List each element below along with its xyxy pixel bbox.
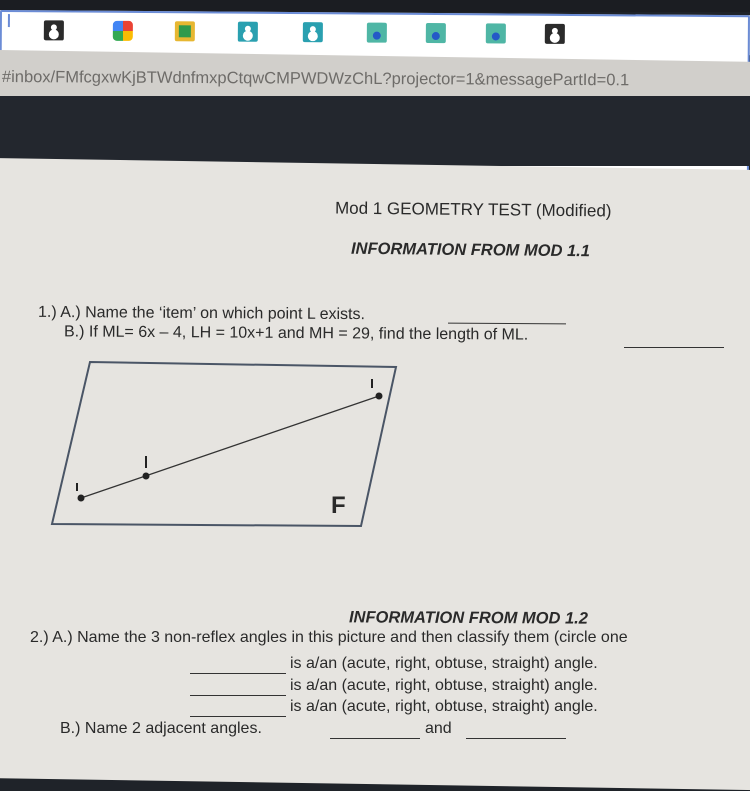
point-m-label [76, 483, 78, 491]
point-l [142, 472, 150, 480]
answer-blank-2b-1 [330, 738, 420, 739]
point-h [375, 392, 383, 400]
angle-classify-row-3: is a/an (acute, right, obtuse, straight)… [290, 698, 598, 715]
section-heading-mod-1-2: INFORMATION FROM MOD 1.2 [348, 608, 588, 628]
question-2b: B.) Name 2 adjacent angles. [60, 720, 262, 737]
answer-blank-2a-1 [190, 673, 286, 674]
point-h-label [371, 379, 373, 388]
question-2a: 2.) A.) Name the 3 non-reflex angles in … [30, 629, 628, 646]
angle-classify-row-1: is a/an (acute, right, obtuse, straight)… [290, 655, 598, 672]
point-l-label [145, 456, 147, 468]
answer-blank-2a-3 [190, 716, 286, 717]
document-content: Mod 1 GEOMETRY TEST (Modified) INFORMATI… [0, 0, 750, 750]
point-m [77, 494, 85, 502]
answer-blank-2b-2 [466, 738, 566, 739]
answer-blank-2a-2 [190, 695, 286, 696]
segment-mh [80, 395, 380, 499]
plane-label-f: F [331, 492, 346, 519]
question-2b-and: and [425, 720, 452, 737]
angle-classify-row-2: is a/an (acute, right, obtuse, straight)… [290, 677, 598, 694]
